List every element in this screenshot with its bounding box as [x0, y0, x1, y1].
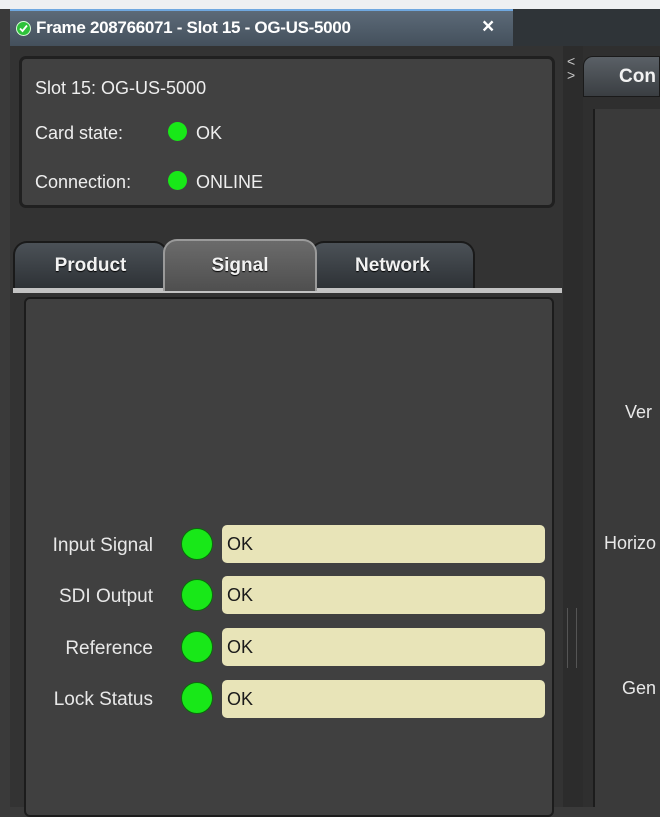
status-check-icon [16, 21, 31, 36]
card-state-label: Card state: [35, 123, 124, 143]
expand-right-icon[interactable]: > [567, 68, 575, 82]
lock-status-label: Lock Status [53, 689, 153, 710]
tab-config[interactable]: Con [583, 56, 660, 97]
right-label-vertical: Ver [625, 402, 653, 422]
input-signal-label: Input Signal [52, 535, 153, 556]
tab-network[interactable]: Network [310, 241, 475, 288]
right-label-horizontal: Horizo [604, 533, 657, 553]
top-strip [0, 0, 660, 9]
reference-led-icon [181, 631, 213, 663]
reference-field: OK [222, 628, 545, 666]
slot-label: Slot 15: OG-US-5000 [35, 78, 207, 98]
tab-product[interactable]: Product [13, 241, 168, 288]
sdi-output-label: SDI Output [59, 586, 153, 607]
sdi-output-led-icon [181, 579, 213, 611]
lock-status-field: OK [222, 680, 545, 718]
right-pane [593, 109, 660, 807]
tab-bar-background [513, 9, 660, 46]
sdi-output-field: OK [222, 576, 545, 614]
splitter-grip[interactable] [567, 608, 577, 668]
input-signal-led-icon [181, 528, 213, 560]
connection-value: ONLINE [196, 172, 264, 192]
lock-status-led-icon [181, 682, 213, 714]
reference-label: Reference [65, 638, 153, 659]
connection-label: Connection: [35, 172, 132, 192]
right-label-genlock: Gen [622, 678, 657, 698]
tab-signal[interactable]: Signal [163, 239, 317, 291]
connection-led-icon [168, 171, 187, 190]
input-signal-field: OK [222, 525, 545, 563]
document-tab[interactable]: Frame 208766071 - Slot 15 - OG-US-5000 × [10, 9, 513, 46]
document-tab-title: Frame 208766071 - Slot 15 - OG-US-5000 [36, 18, 351, 37]
card-state-value: OK [196, 123, 223, 143]
collapse-left-icon[interactable]: < [567, 54, 575, 68]
panel-splitter[interactable]: < > [563, 46, 583, 807]
close-icon[interactable]: × [482, 15, 494, 39]
card-state-led-icon [168, 122, 187, 141]
card-info-box: Slot 15: OG-US-5000 Card state: OK Conne… [19, 56, 555, 208]
